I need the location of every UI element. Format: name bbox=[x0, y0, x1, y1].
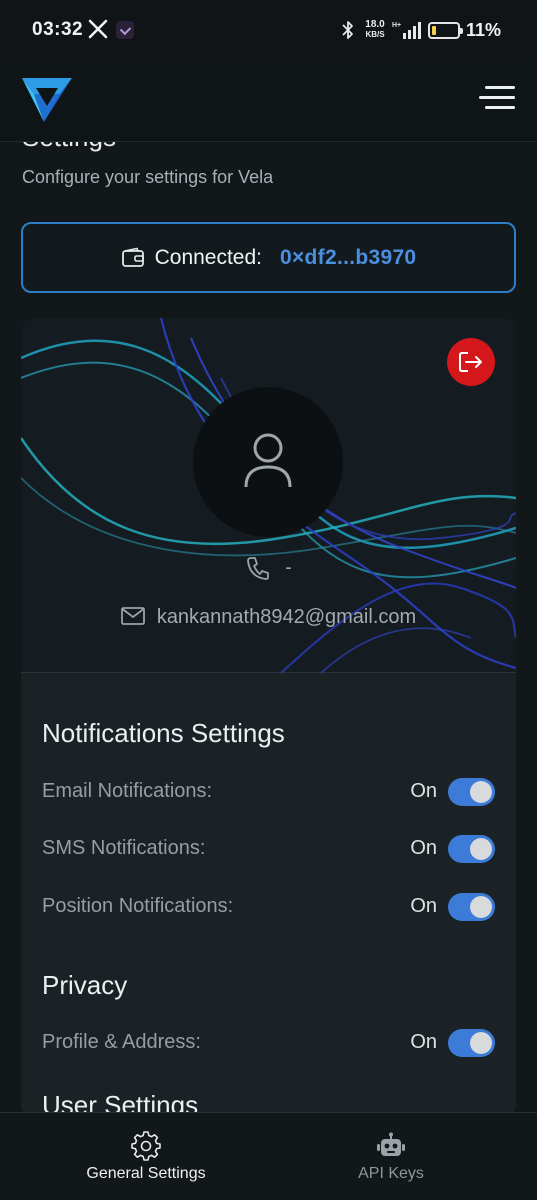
email-address: kankannath8942@gmail.com bbox=[156, 606, 417, 628]
phone-number: - bbox=[285, 556, 292, 579]
sms-notifications-toggle[interactable] bbox=[448, 835, 495, 863]
gear-icon bbox=[131, 1131, 161, 1161]
nav-general-settings[interactable]: General Settings bbox=[12, 1113, 280, 1200]
wallet-connected-button[interactable]: Connected: 0×df2...b3970 bbox=[21, 222, 516, 293]
setting-state: On bbox=[410, 1031, 437, 1053]
svg-text:H+: H+ bbox=[392, 22, 401, 29]
avatar[interactable] bbox=[193, 387, 343, 537]
setting-state: On bbox=[410, 780, 437, 802]
privacy-section-title: Privacy bbox=[42, 970, 128, 1000]
logout-button[interactable] bbox=[447, 338, 495, 386]
logout-icon bbox=[459, 352, 482, 372]
phone-icon bbox=[247, 557, 270, 580]
profile-settings-card: - kankannath8942@gmail.com Notifications… bbox=[21, 318, 516, 1118]
nav-label: General Settings bbox=[86, 1165, 206, 1182]
connected-label: Connected: bbox=[154, 245, 263, 269]
setting-label: Profile & Address: bbox=[42, 1031, 201, 1053]
profile-header: - kankannath8942@gmail.com bbox=[21, 318, 516, 673]
notifications-section-title: Notifications Settings bbox=[42, 718, 285, 748]
bluetooth-icon bbox=[342, 21, 353, 39]
wallet-address[interactable]: 0×df2...b3970 bbox=[280, 246, 416, 270]
battery-percent: 11% bbox=[466, 20, 502, 40]
notification-app-icon bbox=[116, 21, 134, 39]
profile-address-row: Profile & Address: On bbox=[42, 1029, 495, 1059]
wallet-icon bbox=[121, 247, 144, 267]
vela-logo[interactable] bbox=[20, 72, 74, 124]
user-icon bbox=[244, 433, 292, 488]
position-notifications-toggle[interactable] bbox=[448, 893, 495, 921]
page-subtitle: Configure your settings for Vela bbox=[22, 167, 274, 187]
setting-state: On bbox=[410, 837, 437, 859]
setting-label: Email Notifications: bbox=[42, 780, 213, 802]
bottom-navigation: General Settings API Keys bbox=[0, 1112, 537, 1200]
x-app-icon bbox=[88, 19, 108, 39]
phone-row: - bbox=[21, 555, 516, 581]
robot-icon bbox=[377, 1132, 405, 1156]
signal-icon: H+ bbox=[392, 22, 421, 39]
email-row: kankannath8942@gmail.com bbox=[21, 606, 516, 629]
status-bar: 03:32 18.0 KB/S H+ 11% bbox=[0, 0, 537, 58]
network-speed: 18.0 KB/S bbox=[365, 19, 385, 40]
profile-address-toggle[interactable] bbox=[448, 1029, 495, 1057]
nav-label: API Keys bbox=[358, 1165, 424, 1182]
nav-api-keys[interactable]: API Keys bbox=[257, 1113, 525, 1200]
battery-icon bbox=[428, 22, 463, 39]
hamburger-menu-icon[interactable] bbox=[479, 82, 515, 114]
sms-notifications-row: SMS Notifications: On bbox=[42, 835, 495, 865]
mail-icon bbox=[120, 607, 145, 626]
setting-state: On bbox=[410, 895, 437, 917]
setting-label: SMS Notifications: bbox=[42, 837, 206, 859]
position-notifications-row: Position Notifications: On bbox=[42, 893, 495, 923]
setting-label: Position Notifications: bbox=[42, 895, 234, 917]
app-header bbox=[0, 58, 537, 142]
email-notifications-row: Email Notifications: On bbox=[42, 778, 495, 808]
status-time: 03:32 bbox=[32, 19, 84, 40]
email-notifications-toggle[interactable] bbox=[448, 778, 495, 806]
